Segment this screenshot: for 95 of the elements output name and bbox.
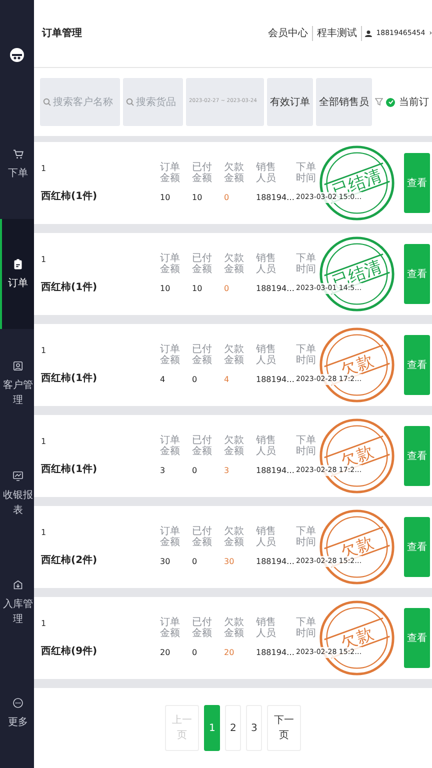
column-label: 欠款金额: [224, 435, 244, 457]
column-label: 销售人员: [256, 162, 276, 184]
search-field[interactable]: 搜索客户名称: [40, 78, 120, 126]
column-label: 下单时间: [296, 162, 316, 184]
amount-value: 0: [192, 647, 198, 659]
column-label: 欠款金额: [224, 162, 244, 184]
amount-value: 0: [192, 465, 198, 477]
column-label: 销售人员: [256, 617, 276, 639]
order-items: 西红柿(9件): [41, 644, 98, 658]
amount-value: 0: [224, 283, 230, 295]
amount-value: 20: [224, 647, 236, 659]
sidebar-item[interactable]: 订单: [0, 219, 34, 330]
select-field[interactable]: 全部销售员: [316, 78, 372, 126]
header-link[interactable]: 会员中心: [264, 26, 314, 41]
amount-value: 10: [192, 283, 204, 295]
salesperson: 188194…: [256, 192, 296, 204]
sidebar-item[interactable]: 客户管理: [0, 329, 34, 439]
order-items: 西红柿(1件): [41, 372, 98, 386]
column-label: 欠款金额: [224, 617, 244, 639]
search-icon: [43, 98, 51, 106]
more-icon: [12, 696, 24, 709]
column-label: 已付金额: [192, 253, 212, 275]
column-label: 欠款金额: [224, 526, 244, 548]
order-items: 西红柿(2件): [41, 554, 98, 568]
order-items: 西红柿(1件): [41, 462, 98, 476]
order-items: 西红柿(1件): [41, 280, 98, 294]
amount-value: 30: [224, 556, 236, 568]
order-number: 1: [41, 436, 48, 448]
select-field[interactable]: 有效订单: [267, 78, 313, 126]
amount-value: 10: [160, 192, 172, 204]
page-button[interactable]: 3: [246, 705, 262, 751]
column-label: 下单时间: [296, 344, 316, 366]
sidebar-item[interactable]: 收银报表: [0, 438, 34, 549]
column-label: 欠款金额: [224, 253, 244, 275]
search-field[interactable]: 搜索货品: [123, 78, 183, 126]
column-label: 已付金额: [192, 344, 212, 366]
amount-value: 0: [224, 192, 230, 204]
sidebar-item[interactable]: 入库管理: [0, 548, 34, 658]
amount-value: 3: [160, 465, 166, 477]
filter-icon[interactable]: [375, 98, 383, 106]
column-label: 订单金额: [160, 253, 180, 275]
page-button[interactable]: 2: [225, 705, 241, 751]
amount-value: 0: [192, 556, 198, 568]
column-label: 订单金额: [160, 162, 180, 184]
column-label: 下单时间: [296, 617, 316, 639]
column-label: 销售人员: [256, 253, 276, 275]
page-title: 订单管理: [42, 26, 82, 41]
sidebar-item[interactable]: 更多: [0, 658, 34, 768]
column-label: 下单时间: [296, 253, 316, 275]
search-icon: [126, 98, 134, 106]
salesperson: 188194…: [256, 556, 296, 568]
check-icon: [388, 99, 394, 105]
amount-value: 3: [224, 465, 230, 477]
salesperson: 188194…: [256, 374, 296, 386]
column-label: 订单金额: [160, 526, 180, 548]
column-label: 订单金额: [160, 617, 180, 639]
logo-icon: [9, 46, 25, 63]
order-number: 1: [41, 254, 48, 266]
header-link[interactable]: 程丰测试: [313, 26, 362, 41]
amount-value: 4: [224, 374, 230, 386]
order-number: 1: [41, 618, 48, 630]
column-label: 销售人员: [256, 344, 276, 366]
amount-value: 10: [192, 192, 204, 204]
salesperson: 188194…: [256, 647, 296, 659]
current-order-checkbox[interactable]: 当前订: [386, 94, 429, 110]
amount-value: 20: [160, 647, 172, 659]
person-icon: [12, 360, 24, 372]
column-label: 订单金额: [160, 344, 180, 366]
order-number: 1: [41, 526, 48, 538]
order-items: 西红柿(1件): [41, 190, 98, 204]
monitor-chart-icon: [12, 470, 24, 482]
cart-icon: [12, 148, 24, 160]
column-label: 已付金额: [192, 162, 212, 184]
column-label: 下单时间: [296, 526, 316, 548]
box-icon: [12, 579, 24, 592]
column-label: 下单时间: [296, 435, 316, 457]
column-label: 已付金额: [192, 435, 212, 457]
amount-value: 4: [160, 374, 166, 386]
sidebar-item[interactable]: 下单: [0, 110, 34, 220]
salesperson: 188194…: [256, 283, 296, 295]
user-icon: [365, 30, 372, 37]
column-label: 销售人员: [256, 435, 276, 457]
amount-value: 30: [160, 556, 172, 568]
order-number: 1: [41, 162, 48, 174]
amount-value: 0: [192, 374, 198, 386]
amount-value: 10: [160, 283, 172, 295]
column-label: 欠款金额: [224, 344, 244, 366]
next-page-button[interactable]: 下一页: [267, 705, 301, 751]
salesperson: 188194…: [256, 465, 296, 477]
column-label: 已付金额: [192, 526, 212, 548]
column-label: 已付金额: [192, 617, 212, 639]
clipboard-icon: [12, 258, 24, 270]
column-label: 订单金额: [160, 435, 180, 457]
order-number: 1: [41, 344, 48, 356]
column-label: 销售人员: [256, 526, 276, 548]
